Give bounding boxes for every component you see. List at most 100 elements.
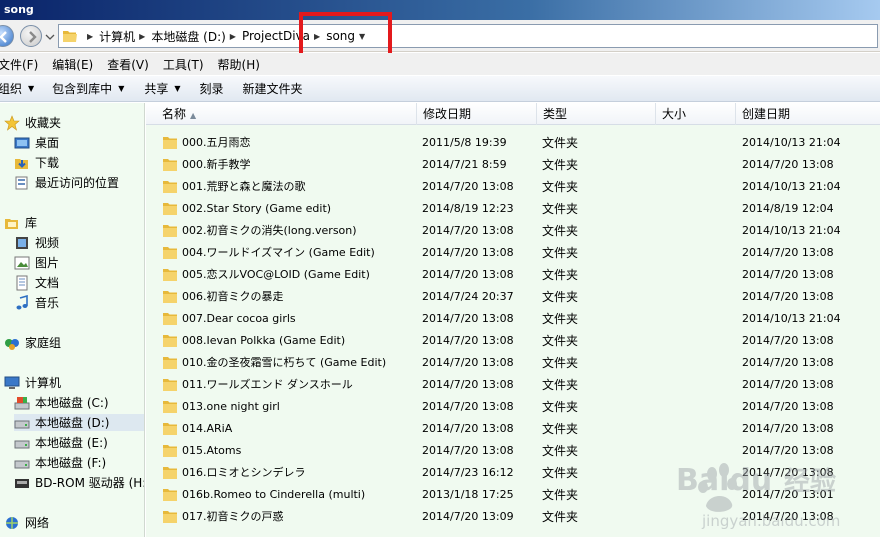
- menu-help[interactable]: 帮助(H): [212, 56, 266, 73]
- file-name: 016b.Romeo to Cinderella (multi): [182, 488, 366, 501]
- hard-drive-icon: [14, 420, 30, 428]
- burn-button[interactable]: 刻录: [200, 80, 224, 97]
- column-header-name[interactable]: 名称 ▲: [146, 103, 417, 125]
- file-type: 文件夹: [542, 290, 579, 304]
- menu-file[interactable]: 文件(F): [0, 56, 44, 73]
- file-row[interactable]: 000.新手教学 2014/7/21 8:59 文件夹 2014/7/20 13:08: [146, 154, 880, 176]
- folder-icon: [163, 335, 177, 347]
- column-header-created[interactable]: 创建日期: [736, 103, 880, 125]
- file-name-cell: 005.恋スルVOC@LOID (Game Edit): [162, 264, 370, 286]
- back-button[interactable]: [0, 25, 14, 47]
- file-name: 005.恋スルVOC@LOID (Game Edit): [182, 268, 370, 281]
- sidebar-item-drive-e[interactable]: 本地磁盘 (E:): [14, 434, 108, 451]
- file-row[interactable]: 002.初音ミクの消失(long.verson) 2014/7/20 13:08 文…: [146, 220, 880, 242]
- sidebar-item-downloads[interactable]: 下载: [14, 154, 59, 171]
- sidebar-item-documents[interactable]: 文档: [14, 274, 59, 291]
- file-row[interactable]: 005.恋スルVOC@LOID (Game Edit) 2014/7/20 13:…: [146, 264, 880, 286]
- sidebar-item-videos[interactable]: 视频: [14, 234, 59, 251]
- menu-view[interactable]: 查看(V): [101, 56, 155, 73]
- column-header-size[interactable]: 大小: [656, 103, 736, 125]
- menu-edit[interactable]: 编辑(E): [46, 56, 99, 73]
- sidebar-item-pictures[interactable]: 图片: [14, 254, 59, 271]
- sidebar-item-recent-places[interactable]: 最近访问的位置: [14, 174, 119, 191]
- sidebar-item-drive-h[interactable]: BD-ROM 驱动器 (H:): [14, 474, 144, 491]
- file-modified: 2014/7/21 8:59: [422, 158, 507, 171]
- folder-icon: [163, 511, 177, 523]
- recent-pages-dropdown-icon[interactable]: [45, 33, 55, 41]
- file-created: 2014/7/20 13:08: [742, 268, 834, 281]
- file-row[interactable]: 010.金の圣夜霜雪に朽ちて (Game Edit) 2014/7/20 13:0…: [146, 352, 880, 374]
- sidebar-item-library[interactable]: 库: [4, 214, 37, 231]
- menu-bar: 文件(F) 编辑(E) 查看(V) 工具(T) 帮助(H): [0, 53, 880, 75]
- file-created: 2014/7/20 13:08: [742, 290, 834, 303]
- address-bar[interactable]: ▶ 计算机 ▶ 本地磁盘 (D:) ▶ ProjectDiva ▶ song ▼: [58, 24, 878, 48]
- file-created: 2014/10/13 21:04: [742, 312, 841, 325]
- file-row[interactable]: 013.one night girl 2014/7/20 13:08 文件夹 2014…: [146, 396, 880, 418]
- sidebar-item-favorites[interactable]: 收藏夹: [4, 114, 61, 131]
- folder-icon: [163, 291, 177, 303]
- sidebar-label: 下载: [35, 156, 60, 170]
- sidebar-label: 网络: [25, 516, 50, 530]
- folder-icon: [163, 467, 177, 479]
- sidebar-item-drive-c[interactable]: 本地磁盘 (C:): [14, 394, 109, 411]
- file-row[interactable]: 004.ワールドイズマイン (Game Edit) 2014/7/20 13:08…: [146, 242, 880, 264]
- file-modified: 2014/7/20 13:08: [422, 246, 514, 259]
- sort-ascending-icon: ▲: [190, 111, 197, 120]
- downloads-folder-icon: [15, 158, 28, 169]
- menu-tools[interactable]: 工具(T): [157, 56, 210, 73]
- file-created: 2014/7/20 13:08: [742, 422, 834, 435]
- file-name-cell: 002.Star Story (Game edit): [162, 198, 331, 220]
- folder-icon: [163, 489, 177, 501]
- file-row[interactable]: 015.Atoms 2014/7/20 13:08 文件夹 2014/7/20 13:…: [146, 440, 880, 462]
- sidebar-item-desktop[interactable]: 桌面: [14, 134, 59, 151]
- video-icon: [16, 236, 28, 249]
- column-header-type[interactable]: 类型: [537, 103, 656, 125]
- sidebar-item-music[interactable]: 音乐: [14, 294, 59, 311]
- sidebar-label: 计算机: [25, 376, 62, 390]
- file-row[interactable]: 008.Ievan Polkka (Game Edit) 2014/7/20 13…: [146, 330, 880, 352]
- file-name: 001.荒野と森と魔法の歌: [182, 180, 306, 193]
- sidebar-item-computer[interactable]: 计算机: [4, 374, 61, 391]
- sidebar-item-network[interactable]: 网络: [4, 514, 49, 531]
- sidebar-item-drive-d[interactable]: 本地磁盘 (D:): [14, 414, 144, 431]
- computer-icon: [4, 376, 20, 389]
- file-created: 2014/8/19 12:04: [742, 202, 834, 215]
- sidebar-item-homegroup[interactable]: 家庭组: [4, 334, 61, 351]
- organize-label: 组织: [0, 82, 23, 96]
- file-name-cell: 017.初音ミクの戸惑: [162, 506, 284, 528]
- recent-places-icon: [15, 176, 28, 189]
- file-name: 013.one night girl: [182, 400, 280, 413]
- file-created: 2014/7/20 13:08: [742, 400, 834, 413]
- breadcrumb-drive-d[interactable]: 本地磁盘 (D:): [151, 28, 225, 45]
- file-row[interactable]: 002.Star Story (Game edit) 2014/8/19 12:2…: [146, 198, 880, 220]
- folder-icon: [163, 269, 177, 281]
- file-row[interactable]: 007.Dear cocoa girls 2014/7/20 13:08 文件夹 20…: [146, 308, 880, 330]
- sidebar-item-drive-f[interactable]: 本地磁盘 (F:): [14, 454, 106, 471]
- breadcrumb-arrow-icon[interactable]: ▶: [230, 32, 236, 41]
- file-created: 2014/10/13 21:04: [742, 136, 841, 149]
- pictures-icon: [14, 256, 30, 269]
- breadcrumb-arrow-icon[interactable]: ▶: [87, 32, 93, 41]
- file-row[interactable]: 011.ワールズエンド ダンスホール 2014/7/20 13:08 文件夹 2014…: [146, 374, 880, 396]
- file-name-cell: 016b.Romeo to Cinderella (multi): [162, 484, 365, 506]
- arrow-left-icon: [0, 31, 7, 43]
- file-created: 2014/10/13 21:04: [742, 180, 841, 193]
- organize-button[interactable]: 组织 ▼: [0, 80, 34, 97]
- column-header-modified[interactable]: 修改日期: [417, 103, 537, 125]
- file-row[interactable]: 006.初音ミクの暴走 2014/7/24 20:37 文件夹 2014/7/20 1…: [146, 286, 880, 308]
- watermark-url: jingyan.baidu.com: [701, 512, 840, 530]
- include-in-library-button[interactable]: 包含到库中 ▼: [52, 80, 124, 97]
- share-button[interactable]: 共享 ▼: [144, 80, 180, 97]
- folder-icon: [163, 203, 177, 215]
- network-icon: [6, 516, 18, 529]
- breadcrumb-computer[interactable]: 计算机: [99, 28, 135, 45]
- file-type: 文件夹: [542, 202, 579, 216]
- folder-icon: [163, 423, 177, 435]
- new-folder-button[interactable]: 新建文件夹: [243, 80, 303, 97]
- breadcrumb-arrow-icon[interactable]: ▶: [139, 32, 145, 41]
- file-row[interactable]: 014.ARiA 2014/7/20 13:08 文件夹 2014/7/20 13:0…: [146, 418, 880, 440]
- file-row[interactable]: 001.荒野と森と魔法の歌 2014/7/20 13:08 文件夹 2014/10/1…: [146, 176, 880, 198]
- chevron-down-icon: ▼: [28, 84, 35, 93]
- forward-button[interactable]: [20, 25, 42, 47]
- file-row[interactable]: 000.五月雨恋 2011/5/8 19:39 文件夹 2014/10/13 21:0…: [146, 132, 880, 154]
